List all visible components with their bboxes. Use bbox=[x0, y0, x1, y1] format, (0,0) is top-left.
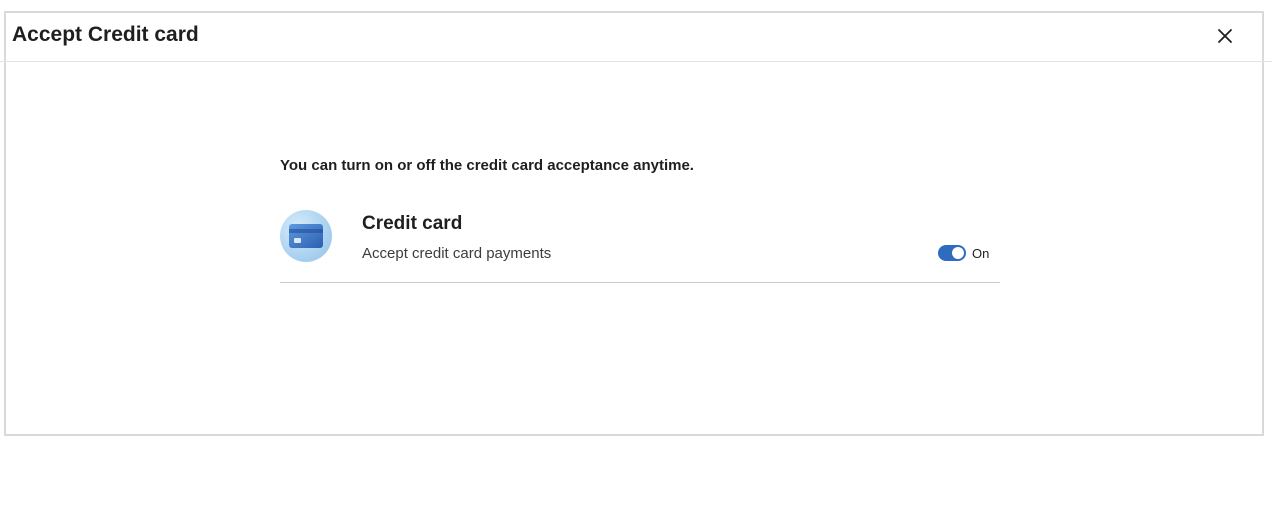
dialog-header: Accept Credit card bbox=[6, 13, 1262, 62]
intro-text: You can turn on or off the credit card a… bbox=[280, 157, 694, 174]
credit-card-toggle[interactable]: On bbox=[938, 245, 989, 261]
header-divider bbox=[0, 61, 1272, 62]
toggle-switch[interactable] bbox=[938, 245, 966, 261]
credit-card-icon bbox=[280, 210, 332, 262]
dialog-title: Accept Credit card bbox=[12, 23, 199, 46]
toggle-label: On bbox=[972, 245, 990, 261]
close-icon bbox=[1218, 29, 1232, 43]
close-button[interactable] bbox=[1212, 23, 1238, 49]
option-subtitle: Accept credit card payments bbox=[362, 245, 552, 262]
option-title: Credit card bbox=[362, 213, 463, 234]
toggle-knob bbox=[952, 247, 964, 259]
accept-credit-card-dialog: Accept Credit card You can turn on or of… bbox=[4, 11, 1264, 436]
credit-card-option-row: Credit card Accept credit card payments … bbox=[280, 207, 1000, 283]
